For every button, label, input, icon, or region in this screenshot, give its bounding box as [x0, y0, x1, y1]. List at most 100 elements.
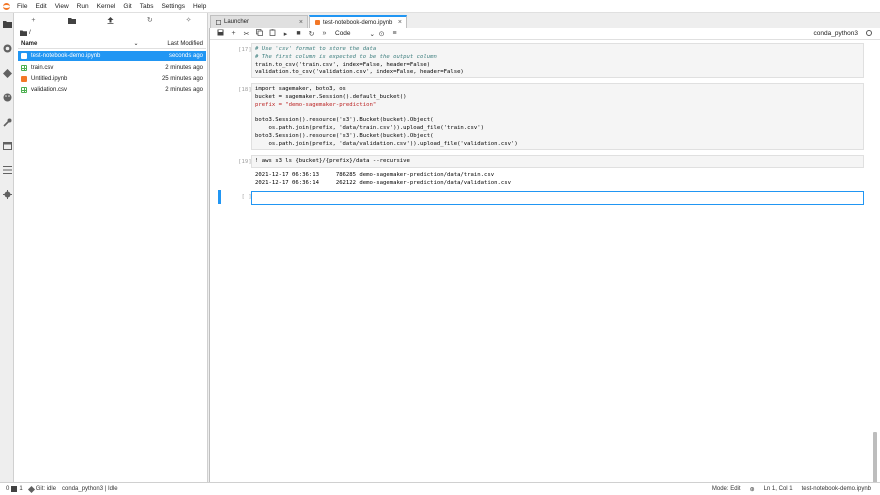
- tabs-icon[interactable]: [2, 141, 12, 151]
- add-cell-icon[interactable]: +: [227, 30, 240, 37]
- file-name: validation.csv: [31, 87, 68, 93]
- menu-help[interactable]: Help: [189, 3, 210, 10]
- notebook-icon: [315, 20, 320, 25]
- cell-input[interactable]: import sagemaker, boto3, os bucket = sag…: [251, 83, 864, 150]
- scrollbar-thumb[interactable]: [873, 432, 877, 484]
- wrench-icon[interactable]: [2, 117, 12, 127]
- bug-icon[interactable]: ⊛: [750, 486, 755, 493]
- palette-icon[interactable]: [2, 92, 12, 102]
- breadcrumb[interactable]: /: [20, 29, 31, 36]
- file-row[interactable]: validation.csv 2 minutes ago: [18, 85, 206, 95]
- breadcrumb-root[interactable]: /: [29, 29, 31, 36]
- output-line: 2021-12-17 06:36:13 786285 demo-sagemake…: [255, 172, 495, 178]
- menu-view[interactable]: View: [51, 3, 73, 10]
- code-line: boto3.Session().resource('s3').Bucket(bu…: [255, 117, 434, 124]
- kernel-status-text[interactable]: conda_python3 | Idle: [62, 486, 118, 492]
- file-row[interactable]: train.csv 2 minutes ago: [18, 63, 206, 73]
- folder-icon[interactable]: [2, 19, 12, 29]
- cell-input[interactable]: ! aws s3 ls {bucket}/{prefix}/data --rec…: [251, 155, 864, 168]
- kernel-name[interactable]: conda_python3: [814, 30, 858, 37]
- document-tab-bar: Launcher × test-notebook-demo.ipynb ×: [209, 14, 880, 28]
- git-icon: [27, 485, 35, 493]
- file-row[interactable]: Untitled.ipynb 25 minutes ago: [18, 74, 206, 84]
- code-line: validation.to_csv('validation.csv', inde…: [255, 69, 464, 76]
- format-icon[interactable]: ≡: [388, 30, 401, 37]
- file-modified: 25 minutes ago: [161, 76, 203, 82]
- save-icon[interactable]: [214, 29, 227, 38]
- tab-launcher[interactable]: Launcher ×: [210, 15, 308, 28]
- notebook-toolbar: + ✂ ▸ ■ ↻ » Code ⌄ ⊙ ≡ conda_python3: [210, 28, 880, 40]
- copy-icon[interactable]: [253, 29, 266, 38]
- cut-icon[interactable]: ✂: [240, 30, 253, 38]
- code-line: os.path.join(prefix, 'data/validation.cs…: [255, 140, 518, 147]
- file-name: test-notebook-demo.ipynb: [31, 53, 101, 59]
- running-terminals-count[interactable]: 0 1: [6, 486, 23, 492]
- cell-type-select[interactable]: Code ⌄: [335, 30, 375, 38]
- notebook-file-icon: [21, 76, 27, 82]
- restart-icon[interactable]: ↻: [305, 30, 318, 38]
- folder-icon: [20, 30, 27, 36]
- code-line: import sagemaker, boto3, os: [255, 86, 346, 92]
- upload-icon: [107, 16, 114, 24]
- left-sidebar-rail: [0, 13, 14, 482]
- code-line: prefix = "demo-sagemaker-prediction": [255, 101, 377, 108]
- stop-icon[interactable]: ■: [292, 30, 305, 37]
- code-line: # Use 'csv' format to store the data: [255, 46, 377, 52]
- cursor-position[interactable]: Ln 1, Col 1: [764, 486, 793, 492]
- cell-input[interactable]: # Use 'csv' format to store the data # T…: [251, 43, 864, 78]
- name-column-header[interactable]: Name: [18, 41, 126, 47]
- upload-button[interactable]: [92, 13, 131, 27]
- running-icon[interactable]: [2, 43, 12, 53]
- file-modified: seconds ago: [168, 53, 203, 59]
- menu-file[interactable]: File: [13, 3, 31, 10]
- cell-output: 2021-12-17 06:36:13 786285 demo-sagemake…: [255, 172, 511, 188]
- menu-kernel[interactable]: Kernel: [93, 3, 120, 10]
- menu-edit[interactable]: Edit: [31, 3, 50, 10]
- sort-chevron-icon[interactable]: ⌄: [126, 40, 146, 47]
- tab-notebook[interactable]: test-notebook-demo.ipynb ×: [309, 15, 407, 28]
- active-cell-indicator: [218, 190, 221, 204]
- cell-input-editor[interactable]: [251, 191, 864, 205]
- code-line: os.path.join(prefix, 'data/train.csv')).…: [255, 124, 485, 131]
- tab-label: test-notebook-demo.ipynb: [323, 19, 393, 26]
- code-line: train.to_csv('train.csv', index=False, h…: [255, 61, 431, 68]
- file-row[interactable]: test-notebook-demo.ipynb seconds ago: [18, 51, 206, 61]
- terminal-icon: [11, 486, 18, 492]
- code-line: boto3.Session().resource('s3').Bucket(bu…: [255, 132, 434, 139]
- fast-forward-icon[interactable]: »: [318, 30, 331, 37]
- extension-icon[interactable]: [2, 189, 12, 199]
- mode-indicator: Mode: Edit: [711, 486, 741, 492]
- launcher-icon: [216, 19, 221, 25]
- notebook-panel: + ✂ ▸ ■ ↻ » Code ⌄ ⊙ ≡ conda_python3 [17…: [209, 28, 880, 484]
- git-icon[interactable]: [2, 68, 12, 78]
- jupyter-logo-icon: [0, 0, 13, 13]
- code-line: # The first column is expected to be the…: [255, 53, 437, 60]
- kernel-status-icon: [866, 30, 872, 36]
- git-diff-icon[interactable]: ⊙: [375, 30, 388, 38]
- close-icon[interactable]: ×: [398, 19, 402, 26]
- tab-label: Launcher: [224, 19, 250, 25]
- git-clone-button[interactable]: ✧: [169, 13, 208, 27]
- last-modified-column-header[interactable]: Last Modified: [146, 41, 206, 47]
- file-modified: 2 minutes ago: [165, 87, 203, 93]
- terminal-count: 1: [19, 486, 23, 492]
- file-name: train.csv: [31, 65, 54, 71]
- file-name: Untitled.ipynb: [31, 76, 68, 82]
- menu-git[interactable]: Git: [119, 3, 135, 10]
- git-status[interactable]: Git: idle: [27, 485, 56, 493]
- new-launcher-button[interactable]: +: [14, 13, 53, 27]
- paste-icon[interactable]: [266, 29, 279, 38]
- refresh-button[interactable]: ↻: [130, 13, 169, 27]
- zero-count: 0: [6, 486, 10, 492]
- new-folder-icon: [68, 17, 77, 24]
- file-modified: 2 minutes ago: [165, 65, 203, 71]
- close-icon[interactable]: ×: [299, 19, 303, 26]
- new-folder-button[interactable]: [53, 13, 92, 27]
- toc-icon[interactable]: [2, 165, 12, 175]
- menu-settings[interactable]: Settings: [157, 3, 189, 10]
- run-icon[interactable]: ▸: [279, 30, 292, 38]
- menu-tabs[interactable]: Tabs: [136, 3, 158, 10]
- menu-run[interactable]: Run: [73, 3, 93, 10]
- csv-file-icon: [21, 65, 27, 71]
- file-browser-toolbar: + ↻ ✧: [14, 13, 208, 27]
